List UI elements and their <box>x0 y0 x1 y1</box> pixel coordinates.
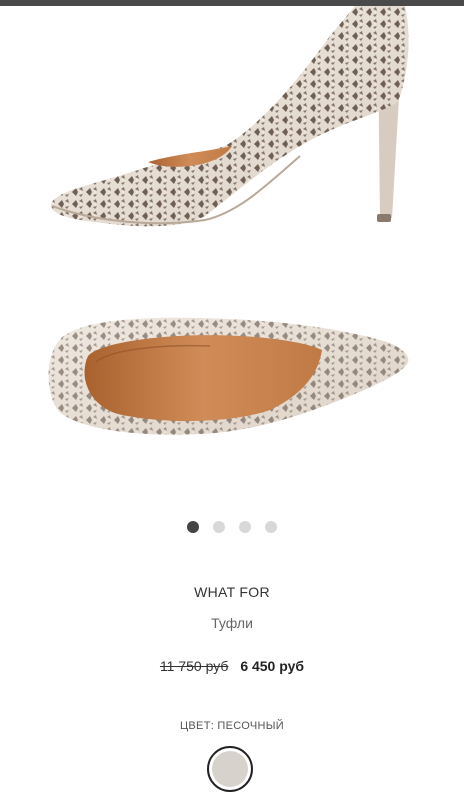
color-swatch-fill <box>212 751 248 787</box>
product-category: Туфли <box>211 615 253 631</box>
heel-tip <box>377 214 391 222</box>
gallery-dot-4[interactable] <box>265 521 277 533</box>
shoe-side-view-image <box>51 6 409 227</box>
gallery-pagination <box>0 521 464 533</box>
gallery-dot-2[interactable] <box>213 521 225 533</box>
color-swatch-selected[interactable] <box>207 746 253 792</box>
color-label: ЦВЕТ: ПЕСОЧНЫЙ <box>179 720 285 732</box>
product-brand[interactable]: WHAT FOR <box>0 584 464 600</box>
price-block: 11 750 руб 6 450 руб <box>0 658 464 674</box>
shoe-top-view-image <box>48 317 409 435</box>
product-image-gallery-svg <box>48 6 409 435</box>
shoe-side-perforation <box>51 6 409 227</box>
product-page: WHAT FOR Туфли 11 750 руб 6 450 руб ЦВЕТ… <box>0 0 464 800</box>
gallery-dot-1[interactable] <box>187 521 199 533</box>
sale-price: 6 450 руб <box>240 658 305 674</box>
gallery-dot-3[interactable] <box>239 521 251 533</box>
old-price: 11 750 руб <box>159 658 229 674</box>
product-image-gallery[interactable] <box>0 6 464 506</box>
